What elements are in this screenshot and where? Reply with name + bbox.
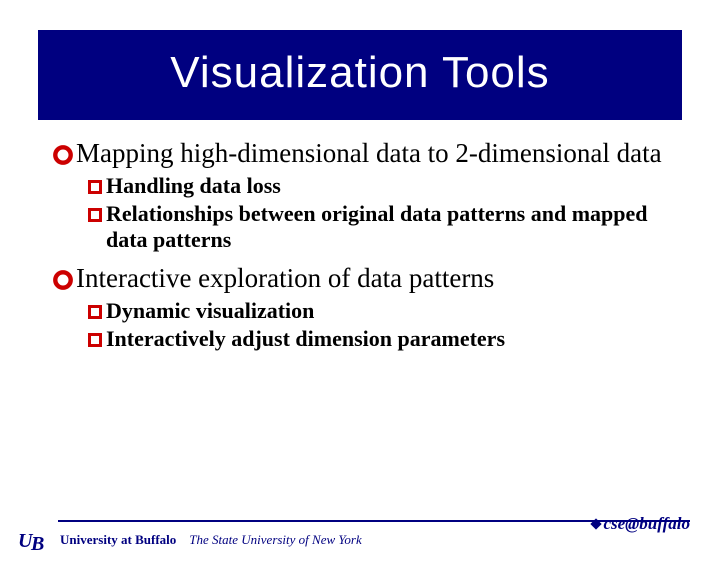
square-bullet-icon	[86, 331, 104, 349]
slide-title: Visualization Tools	[48, 48, 672, 98]
square-bullet-icon	[86, 178, 104, 196]
sub-bullet-text: Handling data loss	[106, 173, 672, 199]
footer-row: U B University at Buffalo The State Univ…	[18, 528, 690, 552]
bullet-text: Mapping high-dimensional data to 2-dimen…	[76, 138, 672, 169]
ub-logo-icon: U B	[18, 528, 52, 552]
bullet-level1: Mapping high-dimensional data to 2-dimen…	[52, 138, 672, 169]
square-bullet-icon	[86, 206, 104, 224]
sub-bullet-text: Interactively adjust dimension parameter…	[106, 326, 672, 352]
svg-text:B: B	[30, 533, 44, 552]
sub-bullets: Handling data loss Relationships between…	[52, 173, 672, 253]
sub-bullet-text: Relationships between original data patt…	[106, 201, 672, 253]
square-bullet-icon	[86, 303, 104, 321]
sub-bullets: Dynamic visualization Interactively adju…	[52, 298, 672, 352]
ring-bullet-icon	[52, 269, 74, 291]
footer-text: University at Buffalo The State Universi…	[60, 532, 362, 548]
bullet-level1: Interactive exploration of data patterns	[52, 263, 672, 294]
bullet-text: Interactive exploration of data patterns	[76, 263, 672, 294]
title-bar: Visualization Tools	[38, 30, 682, 120]
content-area: Mapping high-dimensional data to 2-dimen…	[0, 120, 720, 352]
bullet-level2: Interactively adjust dimension parameter…	[86, 326, 672, 352]
bullet-level2: Relationships between original data patt…	[86, 201, 672, 253]
footer-divider	[58, 520, 690, 522]
footer: U B University at Buffalo The State Univ…	[0, 520, 720, 552]
bullet-level2: Handling data loss	[86, 173, 672, 199]
sub-bullet-text: Dynamic visualization	[106, 298, 672, 324]
ring-bullet-icon	[52, 144, 74, 166]
bullet-level2: Dynamic visualization	[86, 298, 672, 324]
